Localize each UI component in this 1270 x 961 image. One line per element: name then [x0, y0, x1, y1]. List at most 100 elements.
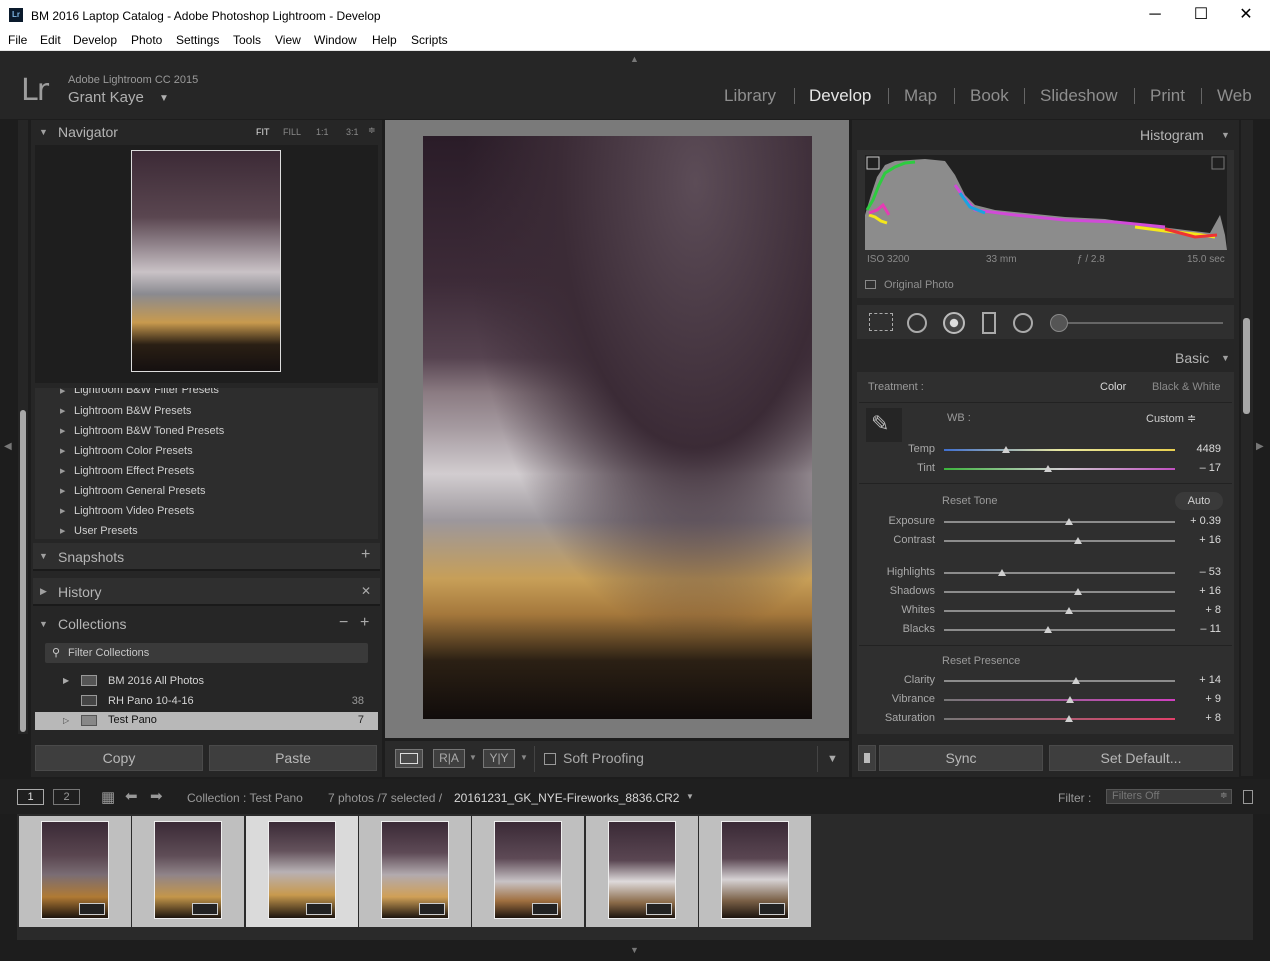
sync-button[interactable]: Sync: [879, 745, 1043, 771]
zoom-fit[interactable]: FIT: [256, 127, 270, 137]
slider-track-saturation[interactable]: [944, 718, 1175, 720]
collection-set-expand-icon[interactable]: ▶: [63, 676, 69, 685]
maximize-button[interactable]: ☐: [1178, 0, 1224, 31]
filmstrip-thumbnail[interactable]: [245, 816, 358, 927]
module-print[interactable]: Print: [1150, 86, 1185, 106]
preset-folder-expand-icon[interactable]: ▶: [60, 467, 65, 475]
slider-track-vibrance[interactable]: [944, 699, 1175, 701]
preset-folder[interactable]: Lightroom General Presets: [74, 485, 205, 497]
module-develop[interactable]: Develop: [809, 86, 871, 106]
add-snapshot-button[interactable]: +: [361, 546, 370, 564]
collection-item[interactable]: Test Pano: [108, 714, 157, 726]
navigator-preview-image[interactable]: [131, 150, 281, 372]
slider-track-tint[interactable]: [944, 468, 1175, 470]
slider-knob-vibrance[interactable]: [1065, 696, 1074, 703]
basic-collapse-icon[interactable]: ▼: [1221, 353, 1230, 363]
slider-knob-whites[interactable]: [1064, 607, 1073, 614]
slider-track-whites[interactable]: [944, 610, 1175, 612]
user-name[interactable]: Grant Kaye: [68, 89, 144, 106]
menu-settings[interactable]: Settings: [176, 33, 219, 47]
slider-value-clarity[interactable]: + 14: [1181, 674, 1221, 686]
thumbnail-badge-icon[interactable]: [758, 903, 785, 915]
slider-knob-exposure[interactable]: [1064, 518, 1073, 525]
slider-knob-saturation[interactable]: [1064, 715, 1073, 722]
slider-value-saturation[interactable]: + 8: [1181, 712, 1221, 724]
menu-photo[interactable]: Photo: [131, 33, 162, 47]
navigator-collapse-icon[interactable]: ▼: [39, 127, 48, 137]
slider-value-temp[interactable]: 4489: [1181, 443, 1221, 455]
slider-track-temp[interactable]: [944, 449, 1175, 451]
slider-value-highlights[interactable]: – 53: [1181, 566, 1221, 578]
preset-folder[interactable]: Lightroom B&W Filter Presets: [74, 388, 219, 396]
filmstrip-thumbnail[interactable]: [698, 816, 811, 927]
toolbar-options-dropdown-icon[interactable]: ▼: [827, 753, 838, 765]
menu-window[interactable]: Window: [314, 33, 357, 47]
user-dropdown-icon[interactable]: ▼: [159, 93, 169, 104]
right-panel-scrollbar-thumb[interactable]: [1243, 318, 1250, 414]
top-panel-toggle-icon[interactable]: ▲: [630, 54, 639, 64]
preset-folder[interactable]: Lightroom Video Presets: [74, 505, 194, 517]
slider-knob-shadows[interactable]: [1073, 588, 1082, 595]
soft-proofing-checkbox[interactable]: [544, 753, 556, 765]
set-default-button[interactable]: Set Default...: [1049, 745, 1233, 771]
reset-tone-button[interactable]: Reset Tone: [942, 495, 997, 507]
preset-folder-expand-icon[interactable]: ▶: [60, 487, 65, 495]
histogram-collapse-icon[interactable]: ▼: [1221, 130, 1230, 140]
filmstrip-thumbnail[interactable]: [585, 816, 698, 927]
develop-main-photo[interactable]: [423, 136, 812, 719]
history-expand-icon[interactable]: ▶: [40, 586, 47, 597]
thumbnail-badge-icon[interactable]: [645, 903, 672, 915]
slider-track-exposure[interactable]: [944, 521, 1175, 523]
right-panel-toggle-icon[interactable]: ▶: [1256, 441, 1264, 452]
auto-tone-button[interactable]: Auto: [1175, 492, 1223, 510]
preset-folder[interactable]: User Presets: [74, 525, 138, 537]
before-after-dropdown-icon[interactable]: ▼: [469, 753, 477, 762]
slider-value-whites[interactable]: + 8: [1181, 604, 1221, 616]
thumbnail-badge-icon[interactable]: [79, 903, 105, 915]
preset-folder-expand-icon[interactable]: ▶: [60, 427, 65, 435]
secondary-window-button[interactable]: 2: [53, 789, 80, 805]
slider-knob-blacks[interactable]: [1043, 626, 1052, 633]
reset-presence-button[interactable]: Reset Presence: [942, 655, 1020, 667]
clear-history-button[interactable]: ✕: [361, 584, 371, 598]
adjustment-brush-icon[interactable]: [1050, 314, 1068, 332]
before-after-dropdown-icon[interactable]: ▼: [520, 753, 528, 762]
forward-arrow-icon[interactable]: ➡: [150, 787, 163, 805]
slider-track-blacks[interactable]: [944, 629, 1175, 631]
slider-value-shadows[interactable]: + 16: [1181, 585, 1221, 597]
before-after-lr-button[interactable]: R|A: [433, 749, 465, 768]
zoom-stepper-icon[interactable]: ≑: [368, 125, 376, 136]
preset-folder[interactable]: Lightroom Effect Presets: [74, 465, 194, 477]
filmstrip-thumbnail[interactable]: [132, 816, 245, 927]
spot-removal-icon[interactable]: [907, 313, 927, 333]
adjustment-brush-slider[interactable]: [1068, 322, 1223, 324]
right-panel-scrollbar-track[interactable]: [1241, 120, 1253, 776]
slider-knob-contrast[interactable]: [1073, 537, 1082, 544]
left-panel-scrollbar-thumb[interactable]: [20, 410, 26, 732]
slider-knob-highlights[interactable]: [997, 569, 1006, 576]
filter-lock-switch[interactable]: [1243, 790, 1253, 804]
preset-folder[interactable]: Lightroom B&W Toned Presets: [74, 425, 224, 437]
zoom-3-1[interactable]: 3:1: [346, 127, 359, 137]
paste-button[interactable]: Paste: [209, 745, 377, 771]
thumbnail-badge-icon[interactable]: [418, 903, 445, 915]
module-book[interactable]: Book: [970, 86, 1009, 106]
menu-view[interactable]: View: [275, 33, 301, 47]
slider-value-vibrance[interactable]: + 9: [1181, 693, 1221, 705]
menu-scripts[interactable]: Scripts: [411, 33, 448, 47]
menu-help[interactable]: Help: [372, 33, 397, 47]
zoom-fill[interactable]: FILL: [283, 127, 301, 137]
filmstrip-thumbnail[interactable]: [472, 816, 585, 927]
add-collection-button[interactable]: +: [360, 614, 369, 632]
treatment-color-option[interactable]: Color: [1100, 381, 1126, 393]
before-after-tb-button[interactable]: Y|Y: [483, 749, 515, 768]
preset-folder-expand-icon[interactable]: ▶: [60, 507, 65, 515]
snapshots-collapse-icon[interactable]: ▼: [39, 551, 48, 561]
slider-track-highlights[interactable]: [944, 572, 1175, 574]
grid-view-icon[interactable]: ▦: [101, 788, 115, 806]
copy-button[interactable]: Copy: [35, 745, 203, 771]
filter-dropdown[interactable]: Filters Off: [1106, 789, 1232, 804]
preset-folder-expand-icon[interactable]: ▶: [60, 407, 65, 415]
back-arrow-icon[interactable]: ⬅: [125, 787, 138, 805]
slider-track-clarity[interactable]: [944, 680, 1175, 682]
